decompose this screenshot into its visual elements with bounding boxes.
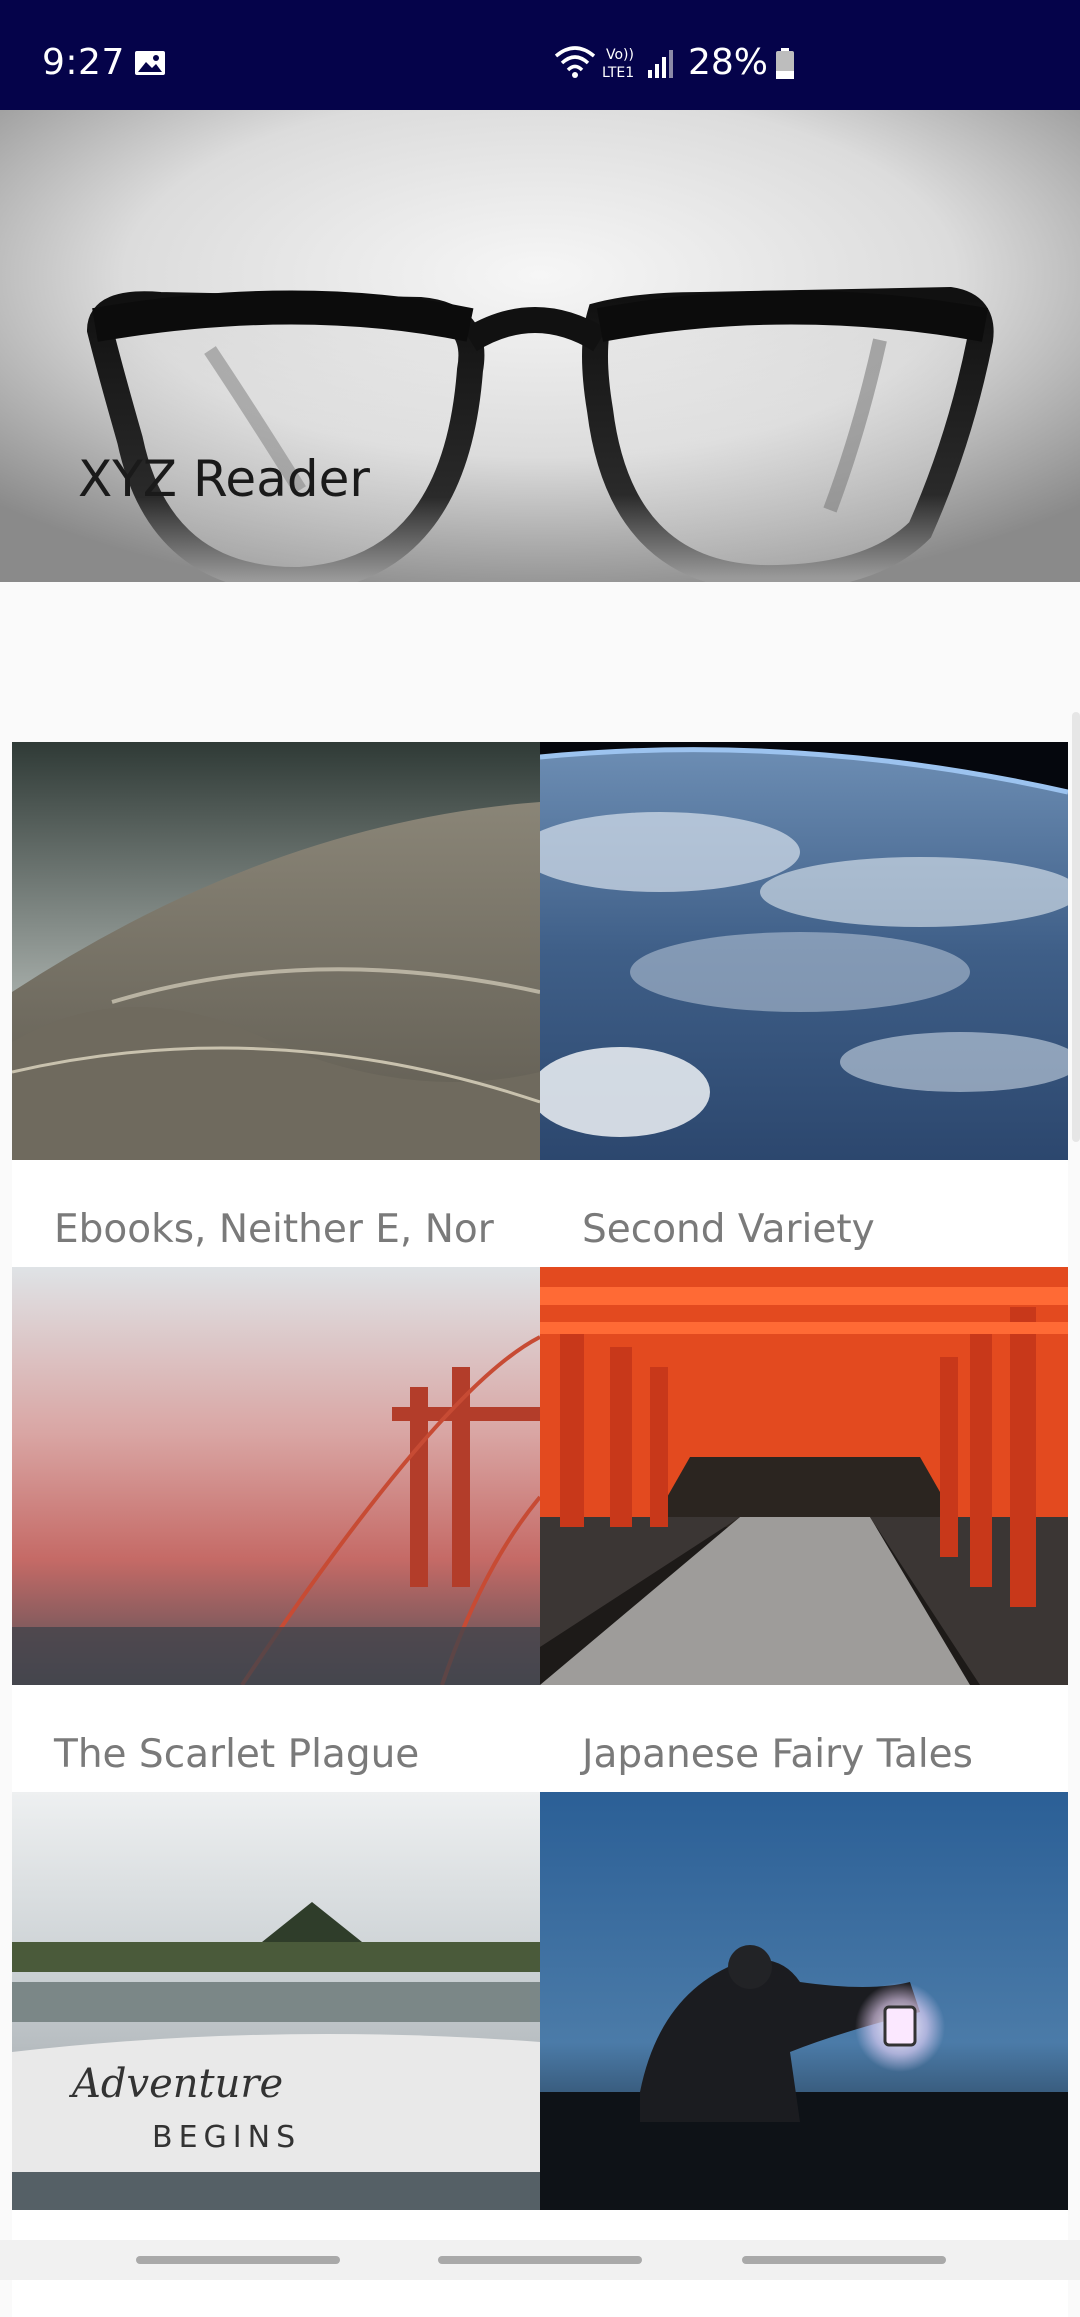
status-time: 9:27 (42, 42, 125, 83)
nav-back-button[interactable] (742, 2256, 946, 2264)
article-thumbnail-opera-house (12, 742, 540, 1160)
signal-icon (648, 50, 673, 78)
article-title: Ebooks, Neither E, Nor (54, 1207, 494, 1252)
status-bar: 9:27 Vo)) LTE1 28% (0, 0, 1080, 110)
article-title: The Scarlet Plague (54, 1732, 420, 1777)
article-thumbnail-mug: Adventure BEGINS (12, 1792, 540, 2210)
svg-text:BEGINS: BEGINS (152, 2120, 301, 2155)
article-card[interactable]: The Scarlet Plague (12, 1267, 540, 1792)
svg-text:Adventure: Adventure (68, 2061, 283, 2107)
article-card[interactable]: Second Variety (540, 742, 1068, 1267)
svg-text:LTE1: LTE1 (602, 65, 634, 81)
article-thumbnail-bridge (12, 1267, 540, 1685)
article-title: Japanese Fairy Tales (582, 1732, 973, 1777)
article-card[interactable]: Adventure BEGINS (12, 1792, 540, 2317)
app-title: XYZ Reader (78, 450, 370, 508)
svg-text:Vo)): Vo)) (606, 47, 634, 63)
glasses-header-image (0, 110, 1080, 582)
image-icon (135, 51, 165, 75)
article-thumbnail-lantern (540, 1792, 1068, 2210)
article-card[interactable] (540, 1792, 1068, 2317)
battery-icon (776, 48, 794, 79)
article-thumbnail-earth (540, 742, 1068, 1160)
scrollbar[interactable] (1072, 712, 1080, 1142)
article-thumbnail-torii (540, 1267, 1068, 1685)
volte-lte-icon: Vo)) LTE1 (602, 47, 634, 81)
nav-recents-button[interactable] (136, 2256, 340, 2264)
article-card[interactable]: Japanese Fairy Tales (540, 1267, 1068, 1792)
wifi-icon (554, 46, 596, 78)
app-header: XYZ Reader (0, 110, 1080, 582)
article-card[interactable]: Ebooks, Neither E, Nor (12, 742, 540, 1267)
article-title: Second Variety (582, 1207, 875, 1252)
nav-home-button[interactable] (438, 2256, 642, 2264)
system-nav-bar (0, 2240, 1080, 2280)
battery-percent: 28% (688, 42, 769, 83)
